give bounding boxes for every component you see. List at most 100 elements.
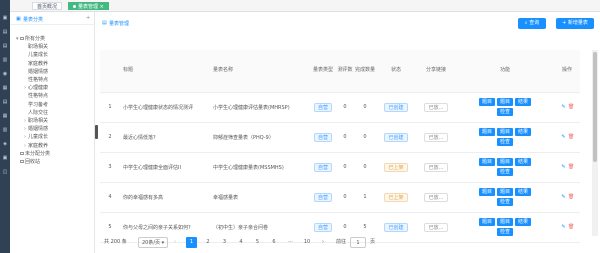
user-icon[interactable]: ◉ <box>2 72 8 77</box>
delete-icon[interactable]: 🗑 <box>568 164 574 170</box>
share-link-field[interactable]: 已放... <box>424 132 448 142</box>
share-link-field[interactable]: 已放... <box>424 102 448 112</box>
tree-node-label: 心理健康 <box>28 85 49 92</box>
col-functions: 功能 <box>456 50 554 93</box>
doc-icon[interactable]: ▤ <box>2 100 8 105</box>
function-button[interactable]: 题目 <box>478 188 495 196</box>
function-button[interactable]: 检查 <box>496 108 513 116</box>
table-scrollbar[interactable] <box>592 50 598 236</box>
function-button[interactable]: 题目 <box>496 218 513 226</box>
tab-scale-management[interactable]: 量表管理 × <box>68 2 109 10</box>
function-button[interactable]: 题目 <box>478 158 495 166</box>
page-size-select[interactable]: 20条/页 ▾ <box>138 237 168 248</box>
page-number[interactable]: 10 <box>302 237 313 248</box>
row-functions: 题目 题目 结果 检查 <box>456 182 554 213</box>
menu-icon[interactable]: ▣ <box>2 16 8 21</box>
tree-node[interactable]: 婚姻情感 <box>24 69 48 76</box>
row-title: 中学生心理健康全面评估II <box>120 152 210 183</box>
page-number[interactable]: 1 <box>186 237 197 248</box>
share-link-field[interactable]: 已放... <box>424 192 448 202</box>
tree-node[interactable]: 回收站 <box>16 159 40 166</box>
edit-icon[interactable]: ✎ <box>561 134 566 140</box>
share-link-field[interactable]: 已放... <box>424 222 448 232</box>
function-button[interactable]: 题目 <box>496 188 513 196</box>
edit-icon[interactable]: ✎ <box>561 164 566 170</box>
row-type-cell: 自营 <box>310 92 336 123</box>
tree-node[interactable]: 儿童成长 <box>24 52 48 59</box>
delete-icon[interactable]: 🗑 <box>568 134 574 140</box>
active-dot-icon <box>73 5 76 8</box>
add-category-icon[interactable]: + <box>86 15 90 21</box>
page-number[interactable]: 4 <box>236 237 247 248</box>
function-button[interactable]: 检查 <box>496 138 513 146</box>
report-icon[interactable]: ▥ <box>2 128 8 133</box>
tree-node[interactable]: › 儿童成长 <box>24 134 48 141</box>
share-link-field[interactable]: 已放... <box>424 162 448 172</box>
folder-icon <box>20 37 24 40</box>
function-button[interactable]: 检查 <box>496 198 513 206</box>
prev-page-icon[interactable]: ‹ <box>174 237 176 248</box>
tree-node[interactable]: › 家庭教养 <box>24 143 48 150</box>
function-button[interactable]: 结果 <box>515 158 532 166</box>
folder-icon[interactable]: ▣ <box>2 156 8 161</box>
pagination: 共 200 条 20条/页 ▾ ‹ 1 2 3 4 5 6 ··· 10 › 前往 1 页 <box>104 237 584 249</box>
row-actions: ✎ 🗑 <box>554 92 580 123</box>
tree-node[interactable]: › 心理健康 <box>24 85 48 92</box>
page-number[interactable]: 5 <box>252 237 263 248</box>
function-button[interactable]: 题目 <box>478 98 495 106</box>
tree-node[interactable]: 职场相关 <box>24 44 48 51</box>
goto-input[interactable]: 1 <box>350 237 366 248</box>
delete-icon[interactable]: 🗑 <box>568 194 574 200</box>
tree-node[interactable]: 家庭教养 <box>24 61 48 68</box>
row-assess-count: 0 <box>336 92 354 123</box>
page-number[interactable]: 3 <box>219 237 230 248</box>
setting-icon[interactable]: ▦ <box>2 86 8 91</box>
page-number[interactable]: 6 <box>269 237 280 248</box>
function-button[interactable]: 结果 <box>515 218 532 226</box>
col-done-count: 完成数量 <box>354 50 376 93</box>
function-button[interactable]: 检查 <box>496 228 513 236</box>
function-button[interactable]: 检查 <box>496 168 513 176</box>
edit-icon[interactable]: ✎ <box>561 194 566 200</box>
function-button[interactable]: 题目 <box>496 128 513 136</box>
tree-node[interactable]: 人际交往 <box>24 110 48 117</box>
add-scale-button[interactable]: + 新增量表 <box>556 18 594 29</box>
share-icon[interactable]: ◈ <box>2 142 8 147</box>
col-actions: 操作 <box>554 50 580 93</box>
delete-icon[interactable]: 🗑 <box>568 104 574 110</box>
edit-icon[interactable]: ✎ <box>561 224 566 230</box>
chart-icon[interactable]: ▥ <box>2 58 8 63</box>
tree-node[interactable]: 性格特点 <box>24 77 48 84</box>
message-icon[interactable]: ◫ <box>2 170 8 175</box>
edit-icon[interactable]: ✎ <box>561 104 566 110</box>
function-button[interactable]: 结果 <box>515 98 532 106</box>
type-tag: 自营 <box>313 102 332 112</box>
function-button[interactable]: 结果 <box>515 188 532 196</box>
function-button[interactable]: 题目 <box>478 218 495 226</box>
search-button[interactable]: ⌕ 查询 <box>518 18 546 29</box>
row-assess-count: 0 <box>336 182 354 213</box>
dashboard-icon[interactable]: ▤ <box>2 30 8 35</box>
function-button[interactable]: 题目 <box>496 98 513 106</box>
tab-home[interactable]: 首页概况 <box>32 2 63 10</box>
col-index <box>100 50 120 93</box>
list-icon[interactable]: ▤ <box>2 44 8 49</box>
function-button[interactable]: 题目 <box>478 128 495 136</box>
more-pages-icon[interactable]: ··· <box>285 237 296 248</box>
scrollbar-thumb[interactable] <box>593 52 597 162</box>
tree-node[interactable]: › 婚姻情感 <box>24 126 48 133</box>
tree-node[interactable]: › 职场相关 <box>24 118 48 125</box>
row-scale-name: 抑郁症筛查量表（PHQ-9） <box>210 122 310 153</box>
function-button[interactable]: 题目 <box>496 158 513 166</box>
delete-icon[interactable]: 🗑 <box>568 224 574 230</box>
tree-node[interactable]: 性格特点 <box>24 93 48 100</box>
tree-node[interactable]: 未分配分类 <box>16 151 50 158</box>
col-status: 状态 <box>376 50 416 93</box>
next-page-icon[interactable]: › <box>322 237 324 248</box>
page-number[interactable]: 2 <box>203 237 214 248</box>
tree-node[interactable]: ▾ 所有分类 <box>16 36 45 43</box>
tree-node[interactable]: 学习备考 <box>24 102 48 109</box>
grid-icon[interactable]: ▦ <box>2 114 8 119</box>
function-button[interactable]: 结果 <box>515 128 532 136</box>
type-tag: 自营 <box>313 222 332 232</box>
